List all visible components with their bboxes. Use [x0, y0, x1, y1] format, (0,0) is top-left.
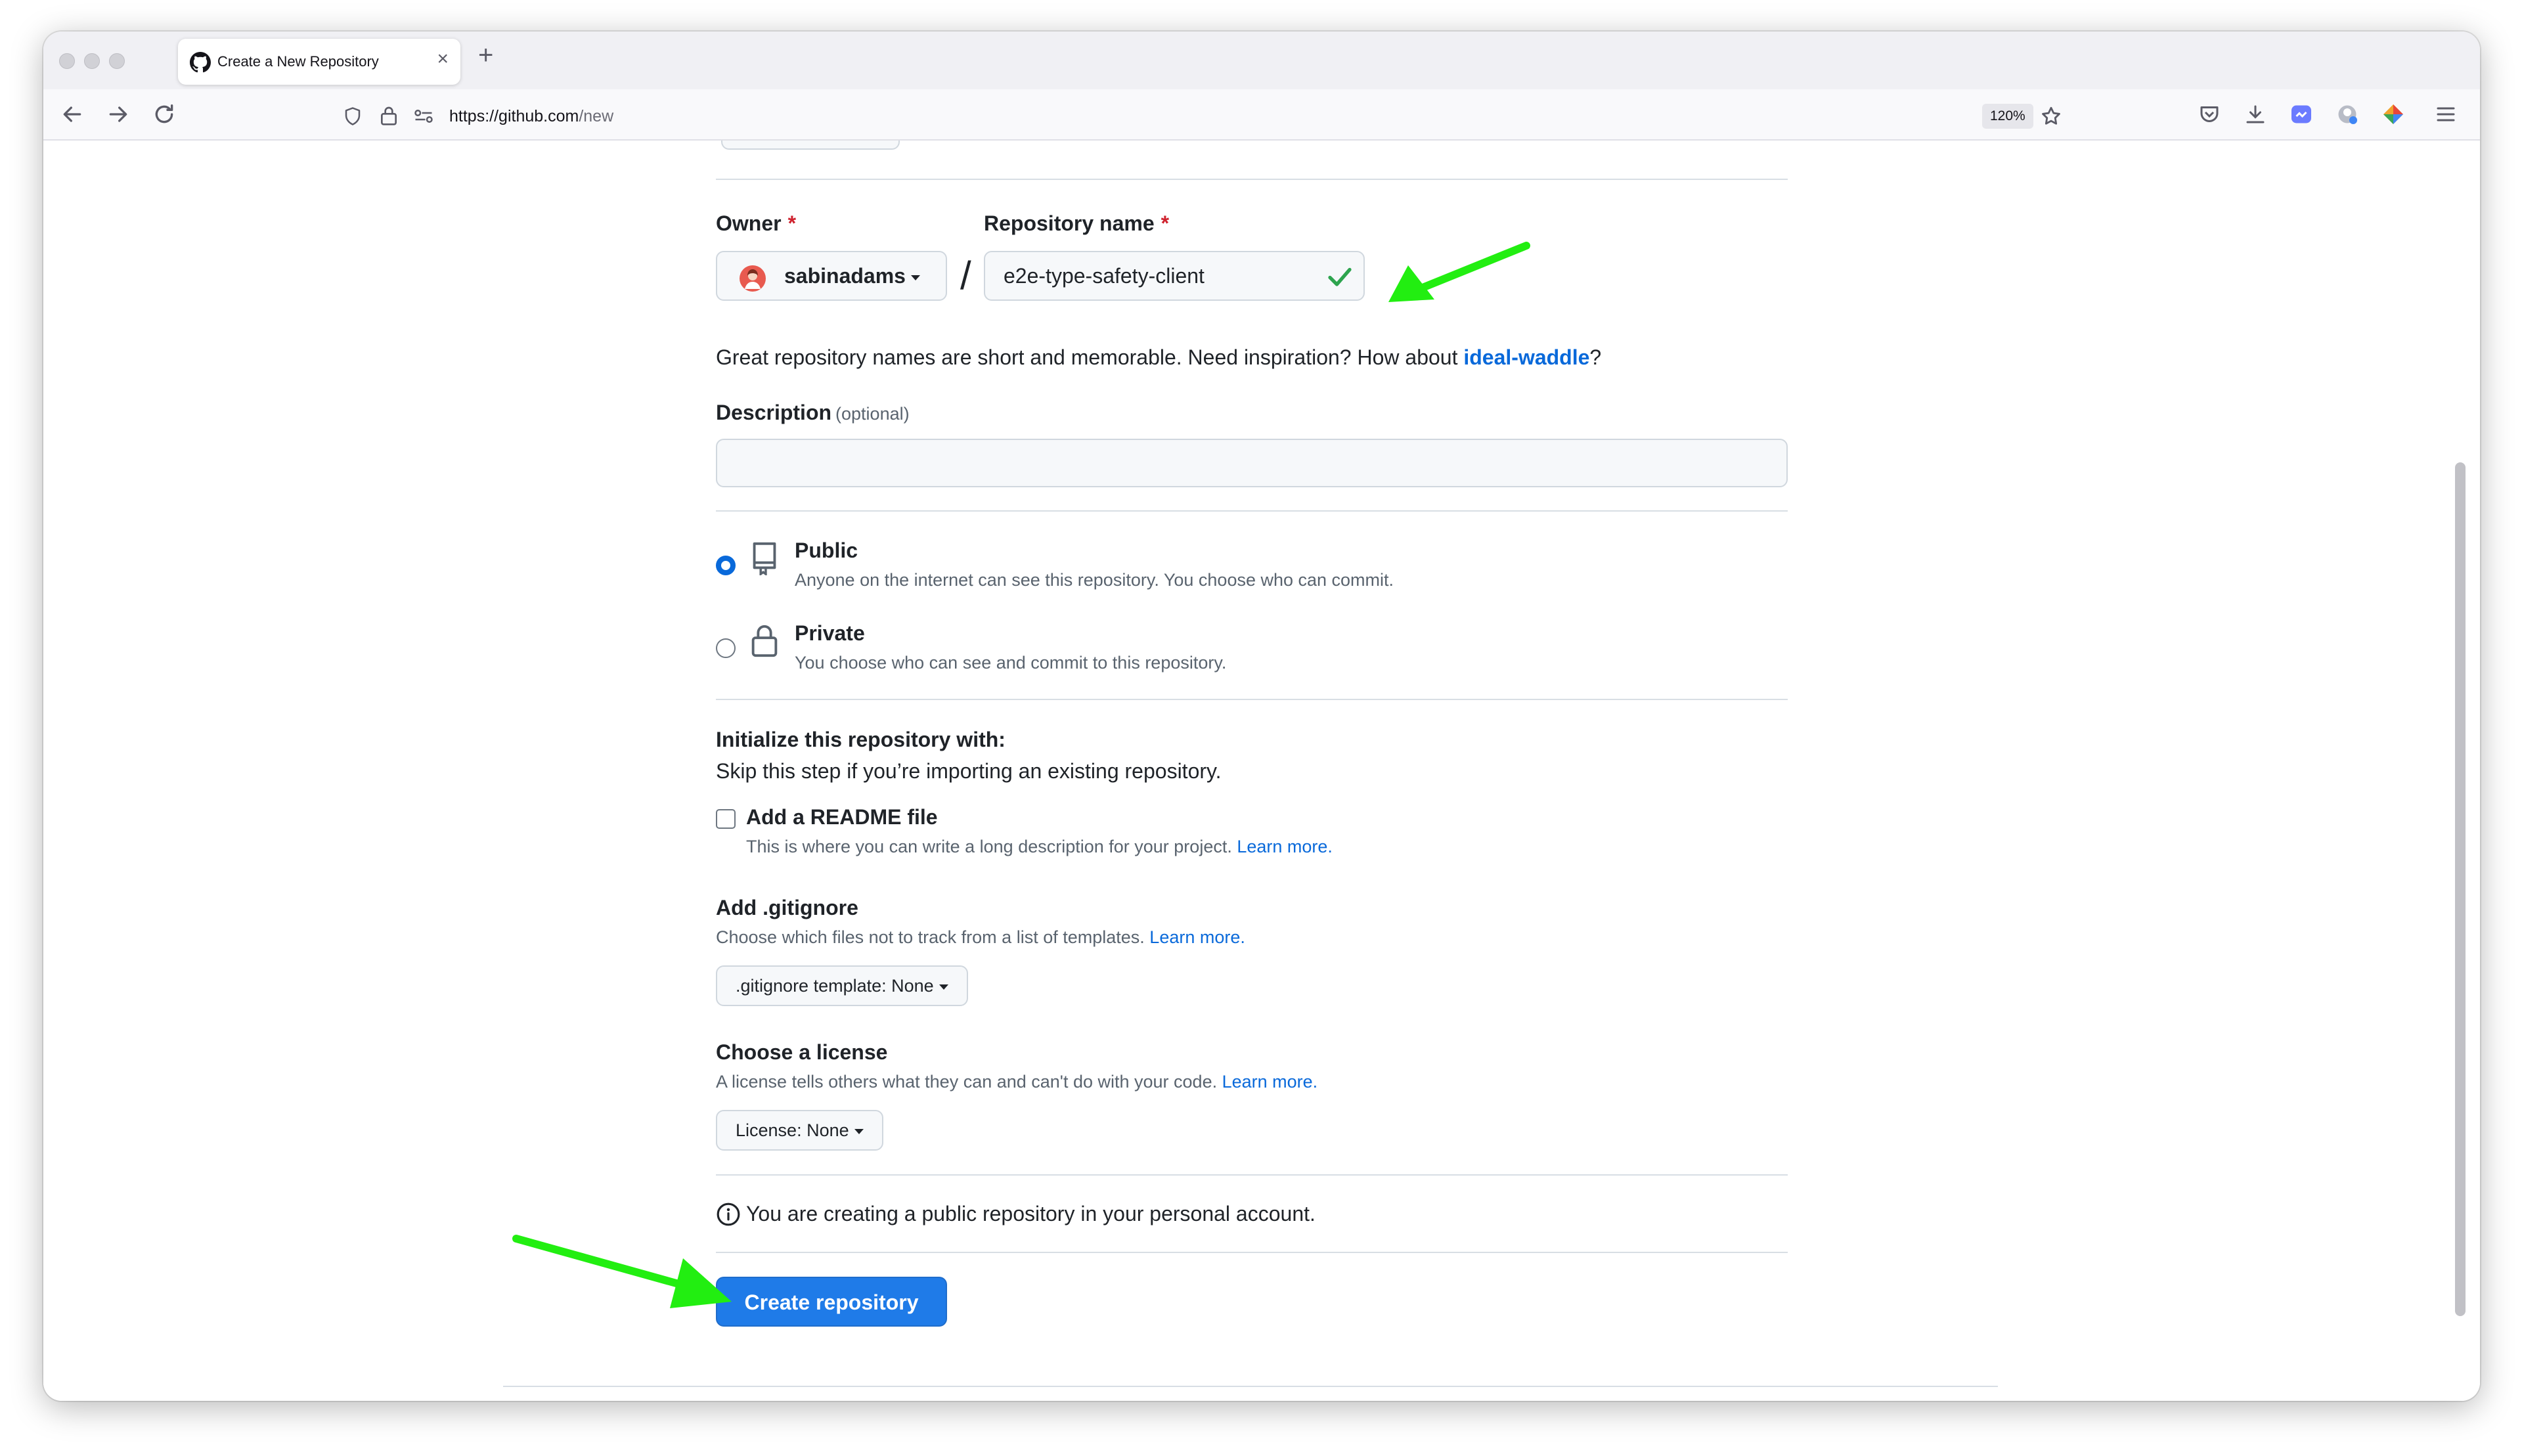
back-arrow-icon[interactable]: [59, 101, 85, 127]
avatar: [740, 265, 766, 292]
menu-hamburger-icon[interactable]: [2434, 102, 2458, 126]
description-label-text: Description: [716, 401, 832, 424]
readme-learn-more-link[interactable]: Learn more.: [1237, 837, 1333, 856]
hint-prefix: Great repository names are short and mem…: [716, 345, 1464, 369]
license-heading: Choose a license: [716, 1040, 888, 1064]
license-description: A license tells others what they can and…: [716, 1072, 1317, 1092]
divider: [716, 510, 1788, 512]
divider: [716, 1174, 1788, 1176]
readme-description-text: This is where you can write a long descr…: [746, 837, 1232, 856]
caret-down-icon: [854, 1128, 864, 1134]
owner-repo-separator: /: [960, 254, 971, 298]
visibility-notice: You are creating a public repository in …: [746, 1202, 1316, 1225]
private-radio[interactable]: [716, 638, 736, 658]
close-tab-icon[interactable]: ×: [437, 49, 449, 69]
divider: [716, 1252, 1788, 1253]
required-marker: *: [1161, 211, 1170, 235]
gitignore-description: Choose which files not to track from a l…: [716, 927, 1245, 948]
license-select-label: License: None: [736, 1120, 849, 1140]
license-select[interactable]: License: None: [716, 1110, 883, 1151]
initialize-subtext: Skip this step if you’re importing an ex…: [716, 759, 1222, 783]
repository-name-label: Repository name *: [984, 211, 1169, 236]
gitignore-description-text: Choose which files not to track from a l…: [716, 927, 1145, 947]
check-icon: [1328, 267, 1352, 286]
close-window-button[interactable]: [59, 53, 75, 69]
repository-name-input[interactable]: [984, 251, 1365, 301]
zoom-level-badge[interactable]: 120%: [1982, 104, 2033, 129]
tab-bar: Create a New Repository × +: [43, 32, 2480, 89]
license-learn-more-link[interactable]: Learn more.: [1222, 1072, 1318, 1092]
pocket-icon[interactable]: [2198, 102, 2221, 126]
new-tab-button[interactable]: +: [478, 42, 493, 68]
readme-checkbox[interactable]: [716, 809, 736, 829]
scrollbar-thumb[interactable]: [2455, 462, 2466, 1316]
info-icon: [717, 1202, 740, 1226]
gitignore-learn-more-link[interactable]: Learn more.: [1149, 927, 1245, 947]
navigation-bar: https://github.com/new 120%: [43, 89, 2480, 141]
owner-name-text: sabinadams: [784, 264, 906, 288]
caret-down-icon: [939, 984, 948, 990]
owner-select-button[interactable]: sabinadams: [716, 251, 947, 301]
gitignore-heading: Add .gitignore: [716, 896, 858, 919]
owner-label-text: Owner: [716, 211, 782, 235]
reload-icon[interactable]: [151, 101, 177, 127]
readme-description: This is where you can write a long descr…: [746, 837, 1333, 857]
github-icon: [190, 52, 211, 73]
browser-window: Create a New Repository × + https://gith…: [43, 32, 2480, 1401]
divider: [716, 179, 1788, 180]
extension-account-icon[interactable]: [2335, 102, 2359, 126]
url-text[interactable]: https://github.com/new: [449, 107, 613, 126]
gitignore-template-select[interactable]: .gitignore template: None: [716, 965, 968, 1006]
browser-tab-active[interactable]: Create a New Repository ×: [178, 39, 460, 85]
repository-name-hint: Great repository names are short and mem…: [716, 345, 1601, 370]
license-description-text: A license tells others what they can and…: [716, 1072, 1218, 1092]
required-marker: *: [787, 211, 797, 235]
url-host: https://github.com: [449, 107, 579, 125]
description-input[interactable]: [716, 439, 1788, 487]
optional-tag: (optional): [835, 404, 910, 424]
divider: [716, 699, 1788, 700]
extension-color-icon[interactable]: [2381, 102, 2405, 126]
hint-suffix: ?: [1589, 345, 1602, 369]
extension-chat-icon[interactable]: [2290, 102, 2313, 126]
lock-icon[interactable]: [380, 105, 398, 126]
url-path: /new: [579, 107, 614, 125]
create-repository-button[interactable]: Create repository: [716, 1277, 947, 1327]
description-label: Description (optional): [716, 401, 910, 425]
permissions-icon[interactable]: [414, 108, 433, 125]
public-radio[interactable]: [716, 556, 736, 575]
private-description: You choose who can see and commit to thi…: [795, 653, 1227, 673]
minimize-window-button[interactable]: [84, 53, 100, 69]
public-title: Public: [795, 539, 858, 562]
annotation-arrow-icon: [1388, 242, 1530, 302]
name-suggestion-link[interactable]: ideal-waddle: [1463, 345, 1589, 369]
private-title: Private: [795, 621, 865, 645]
lock-icon: [751, 625, 778, 657]
owner-label: Owner *: [716, 211, 796, 236]
tab-title: Create a New Repository: [217, 53, 379, 70]
owner-name: sabinadams: [784, 264, 920, 288]
footer-divider: [503, 1386, 1998, 1387]
annotation-arrow-icon: [512, 1235, 732, 1308]
bookmark-star-icon[interactable]: [2040, 105, 2062, 127]
maximize-window-button[interactable]: [109, 53, 125, 69]
download-icon[interactable]: [2244, 102, 2267, 126]
forward-arrow-icon[interactable]: [105, 101, 131, 127]
initialize-heading: Initialize this repository with:: [716, 728, 1006, 751]
readme-label[interactable]: Add a README file: [746, 805, 938, 829]
caret-down-icon: [910, 275, 920, 280]
previous-section-button-edge: [721, 141, 900, 150]
repo-book-icon: [753, 542, 776, 575]
gitignore-select-label: .gitignore template: None: [736, 976, 934, 996]
public-description: Anyone on the internet can see this repo…: [795, 570, 1394, 590]
tracking-shield-icon[interactable]: [343, 106, 363, 126]
page-viewport: Owner* Repository name* sabinadams / Gre…: [43, 141, 2480, 1401]
repository-name-label-text: Repository name: [984, 211, 1155, 235]
url-bar[interactable]: https://github.com/new 120%: [332, 99, 2095, 133]
